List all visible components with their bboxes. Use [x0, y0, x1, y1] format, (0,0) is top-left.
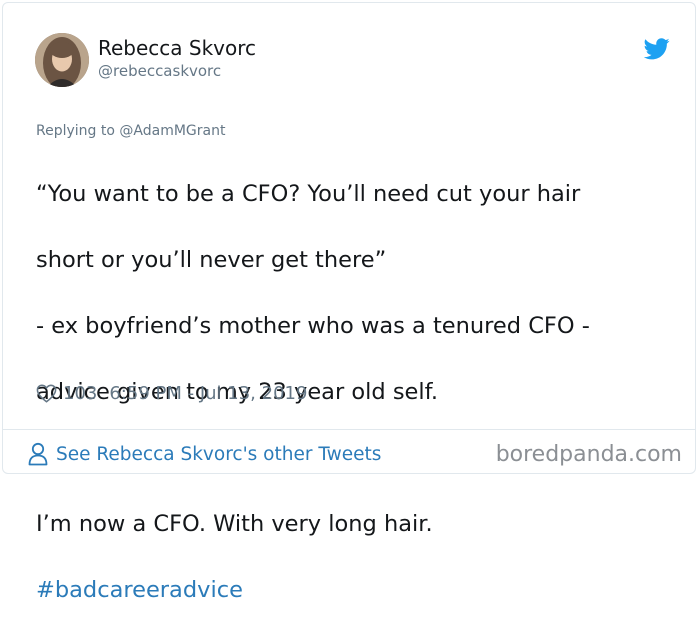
tweet-meta: 103 6:59 PM - Jul 13, 2019: [36, 380, 307, 406]
person-icon: [28, 442, 48, 466]
reply-prefix: Replying to: [36, 123, 120, 139]
tweet-line: short or you’ll never get there”: [36, 247, 387, 273]
like-count: 103: [63, 382, 98, 404]
watermark: boredpanda.com: [495, 442, 682, 467]
divider: [3, 429, 695, 430]
hashtag-link[interactable]: #badcareeradvice: [36, 574, 656, 607]
tweet-card: Rebecca Skvorc @rebeccaskvorc Replying t…: [2, 2, 696, 603]
reply-context: Replying to @AdamMGrant: [36, 123, 225, 139]
tweet-line: - ex boyfriend’s mother who was a tenure…: [36, 313, 590, 339]
reply-mention-link[interactable]: @AdamMGrant: [119, 123, 225, 139]
author-name[interactable]: Rebecca Skvorc: [98, 36, 256, 60]
tweet-line: I’m now a CFO. With very long hair.: [36, 511, 433, 537]
see-other-tweets-link[interactable]: See Rebecca Skvorc's other Tweets: [28, 442, 381, 466]
see-other-tweets-label: See Rebecca Skvorc's other Tweets: [56, 443, 382, 465]
author-handle[interactable]: @rebeccaskvorc: [98, 62, 221, 80]
tweet-line: “You want to be a CFO? You’ll need cut y…: [36, 181, 581, 207]
user-avatar-photo-icon: [35, 33, 89, 87]
heart-icon[interactable]: [36, 384, 57, 403]
twitter-bird-icon[interactable]: [644, 38, 670, 60]
avatar[interactable]: [35, 33, 89, 87]
timestamp[interactable]: 6:59 PM - Jul 13, 2019: [109, 383, 307, 404]
